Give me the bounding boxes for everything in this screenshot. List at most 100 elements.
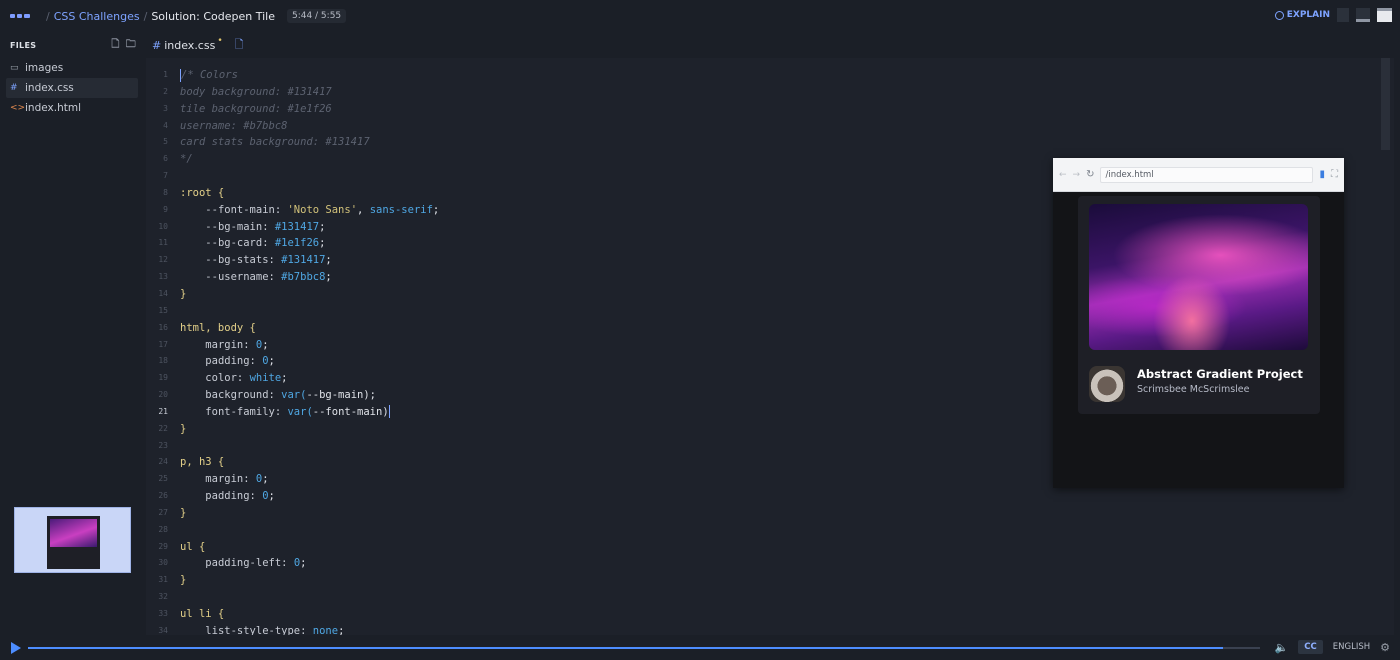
tab-filename: index.css	[164, 38, 216, 52]
breadcrumb-course-link[interactable]: CSS Challenges	[54, 10, 140, 23]
line-text: padding: 0;	[205, 490, 275, 503]
code-line[interactable]: 3 tile background: #1e1f26	[146, 101, 439, 118]
progress-bar[interactable]	[28, 647, 1260, 649]
preview-window: ← → ↻ /index.html ▮ ⛶ Abstract Gradient …	[1053, 158, 1344, 488]
line-number: 16	[158, 322, 168, 332]
code-line[interactable]: 6 */	[146, 151, 439, 168]
preview-url-field[interactable]: /index.html	[1100, 166, 1314, 183]
code-line[interactable]: 7	[146, 168, 439, 185]
language-selector[interactable]: ENGLISH	[1333, 642, 1370, 652]
sidebar-item-images[interactable]: ▭ images	[6, 58, 138, 78]
gear-icon[interactable]: ⚙	[1380, 641, 1390, 654]
code-line[interactable]: 32	[146, 589, 439, 606]
code-line[interactable]: 17 margin: 0;	[146, 337, 439, 354]
captions-button[interactable]: CC	[1298, 640, 1323, 654]
code-line[interactable]: 33 ul li {	[146, 606, 439, 623]
code-line[interactable]: 29 ul {	[146, 539, 439, 556]
breadcrumb: / CSS Challenges / Solution: Codepen Til…	[42, 10, 275, 23]
code-line[interactable]: 19 color: white;	[146, 370, 439, 387]
code-line[interactable]: 22}	[146, 421, 439, 438]
line-text: --bg-main: #131417;	[205, 220, 326, 233]
code-line[interactable]: 30 padding-left: 0;	[146, 555, 439, 572]
play-icon[interactable]	[11, 641, 21, 654]
line-number: 18	[158, 356, 168, 366]
pin-icon[interactable]: ▮	[1319, 169, 1325, 180]
line-number: 31	[158, 575, 168, 585]
editor-scrollbar[interactable]	[1381, 58, 1390, 150]
line-number: 7	[163, 171, 168, 181]
line-number: 22	[158, 423, 168, 433]
volume-icon[interactable]: 🔈	[1275, 641, 1289, 654]
layout-split-button[interactable]	[1356, 8, 1370, 22]
line-number: 24	[158, 457, 168, 467]
project-card: Abstract Gradient Project Scrimsbee McSc…	[1078, 196, 1320, 414]
scrimba-logo-icon[interactable]	[10, 11, 30, 21]
new-file-icon[interactable]: 🗋	[235, 36, 244, 55]
new-file-icon[interactable]: 🗋	[111, 37, 119, 54]
code-line[interactable]: 28	[146, 522, 439, 539]
line-number: 30	[158, 558, 168, 568]
code-lines[interactable]: 1 /* Colors 2 body background: #131417 3 tile…	[146, 67, 439, 635]
code-line[interactable]: 31}	[146, 572, 439, 589]
code-line[interactable]: 2 body background: #131417	[146, 84, 439, 101]
line-number: 9	[163, 204, 168, 214]
file-label: images	[25, 62, 64, 74]
line-text: card stats background: #131417	[180, 136, 370, 149]
tab-index-css[interactable]: # index.css • 🗋	[146, 36, 244, 55]
line-text: padding-left: 0;	[205, 557, 307, 570]
progress-fill	[28, 647, 1224, 649]
line-number: 13	[158, 272, 168, 282]
code-line[interactable]: 20 background: var(--bg-main);	[146, 387, 439, 404]
card-title: Abstract Gradient Project	[1137, 367, 1303, 381]
css-file-icon: #	[152, 38, 162, 52]
code-line[interactable]: 1 /* Colors	[146, 67, 439, 84]
line-text: --username: #b7bbc8;	[205, 271, 332, 284]
files-header: FILES 🗋 🗀	[0, 32, 144, 58]
layout-sidebar-button[interactable]	[1337, 8, 1349, 22]
code-line[interactable]: 12 --bg-stats: #131417;	[146, 252, 439, 269]
code-line[interactable]: 16 html, body {	[146, 320, 439, 337]
code-line[interactable]: 25 margin: 0;	[146, 471, 439, 488]
card-username: Scrimsbee McScrimslee	[1137, 384, 1250, 395]
code-line[interactable]: 8:root {	[146, 185, 439, 202]
forward-icon[interactable]: →	[1073, 170, 1081, 180]
line-text: ul {	[180, 540, 206, 553]
code-line[interactable]: 24 p, h3 {	[146, 454, 439, 471]
code-line[interactable]: 4 username: #b7bbc8	[146, 118, 439, 135]
line-text: color: white;	[205, 372, 288, 385]
back-icon[interactable]: ←	[1059, 170, 1067, 180]
line-text: --bg-card: #1e1f26;	[205, 237, 326, 250]
explain-icon	[1274, 10, 1284, 20]
code-line[interactable]: 11 --bg-card: #1e1f26;	[146, 235, 439, 252]
code-line[interactable]: 18 padding: 0;	[146, 353, 439, 370]
time-display: 5:44 / 5:55	[286, 9, 347, 23]
line-number: 32	[158, 592, 168, 602]
code-line[interactable]: 26 padding: 0;	[146, 488, 439, 505]
reload-icon[interactable]: ↻	[1086, 169, 1094, 180]
explain-button[interactable]: EXPLAIN	[1274, 10, 1330, 20]
code-line[interactable]: 21 font-family: var(--font-main)	[146, 404, 439, 421]
code-line[interactable]: 9 --font-main: 'Noto Sans', sans-serif;	[146, 202, 439, 219]
code-line[interactable]: 14}	[146, 286, 439, 303]
line-number: 33	[158, 609, 168, 618]
code-line[interactable]: 13 --username: #b7bbc8;	[146, 269, 439, 286]
line-text: }	[180, 422, 187, 435]
line-number: 14	[158, 288, 168, 298]
preview-thumbnail[interactable]	[14, 507, 131, 573]
layout-preview-button[interactable]	[1377, 8, 1392, 22]
code-line[interactable]: 15	[146, 303, 439, 320]
code-line[interactable]: 34 list-style-type: none;	[146, 623, 439, 635]
new-folder-icon[interactable]: 🗀	[126, 37, 136, 54]
code-line[interactable]: 27}	[146, 505, 439, 522]
code-line[interactable]: 10 --bg-main: #131417;	[146, 219, 439, 236]
line-number: 19	[158, 373, 168, 383]
file-label: index.html	[25, 102, 81, 114]
line-number: 23	[158, 440, 168, 450]
line-number: 11	[158, 238, 168, 248]
line-number: 17	[158, 339, 168, 349]
sidebar-item-index-css[interactable]: # index.css	[6, 78, 138, 98]
sidebar-item-index-html[interactable]: <> index.html	[6, 98, 138, 118]
fullscreen-icon[interactable]: ⛶	[1331, 169, 1338, 180]
code-line[interactable]: 5 card stats background: #131417	[146, 134, 439, 151]
code-line[interactable]: 23	[146, 438, 439, 455]
